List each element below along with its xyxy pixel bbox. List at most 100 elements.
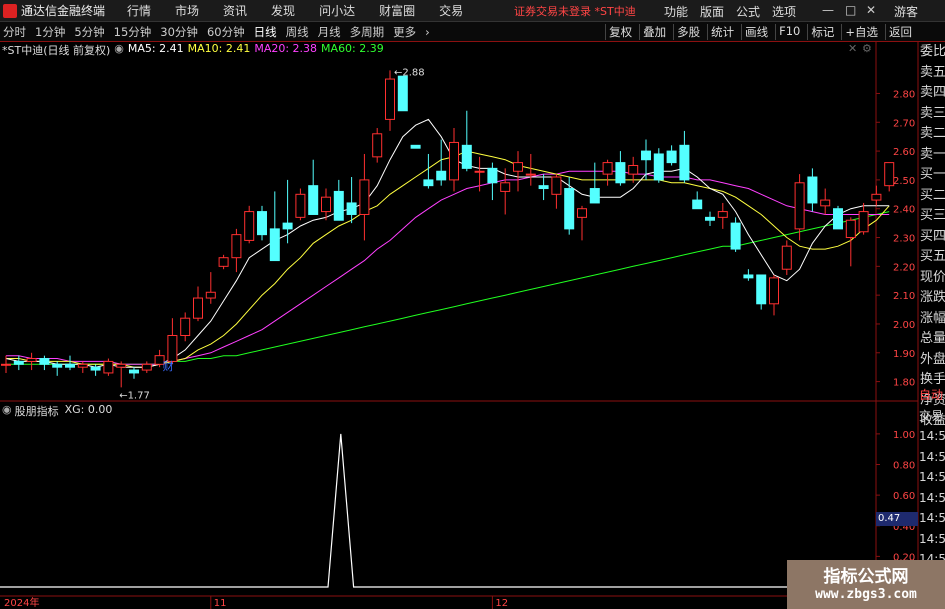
price-axis-label: 2.10: [893, 291, 915, 302]
price-axis-label: 2.50: [893, 176, 915, 187]
date-axis-label: 12: [495, 598, 508, 609]
cursor-value-label: 0.47: [876, 512, 918, 526]
price-axis-label: 2.40: [893, 205, 915, 216]
candle-body-down: [436, 170, 447, 181]
sidebar-quote-label: 买五: [920, 249, 945, 264]
candle-body-down: [410, 144, 421, 149]
candle-body-up: [116, 363, 127, 368]
sidebar-trade-item[interactable]: 交易: [919, 406, 945, 427]
candle-body-down: [333, 190, 344, 221]
candle-body-up: [628, 164, 639, 175]
candle-body-down: [807, 176, 818, 204]
sidebar-quote-label: 买二: [920, 187, 945, 203]
candle-body-up: [845, 219, 856, 239]
indicator-value: XG: 0.00: [64, 403, 113, 416]
candle-body-down: [282, 222, 293, 230]
candle-body-down: [730, 222, 741, 250]
sidebar-quote-label: 卖一: [920, 146, 945, 162]
candle-body-up: [449, 141, 459, 181]
low-price-label: ←1.77: [119, 390, 150, 401]
chart-close-icon[interactable]: ✕: [848, 42, 857, 55]
sidebar-quote-label: 卖三: [920, 105, 945, 121]
sidebar-trade-item[interactable]: 自动: [919, 385, 945, 406]
candle-body-up: [244, 211, 255, 241]
candle-body-down: [833, 208, 843, 230]
candle-body-down: [615, 162, 626, 184]
sidebar-quote-label: 买四: [920, 228, 945, 244]
price-axis-label: 2.20: [893, 262, 915, 273]
price-axis-label: 2.00: [893, 320, 915, 331]
candle-body-down: [65, 363, 75, 368]
indicator-axis-label: 1.00: [893, 430, 915, 441]
candle-body-down: [257, 211, 267, 236]
candle-body-up: [193, 297, 203, 319]
candle-body-down: [13, 360, 24, 365]
candle-body-up: [26, 358, 37, 362]
kline-chart[interactable]: 2.80 2.70 2.60 2.50 2.40 2.30 2.20 2.10 2.00 1.90…: [0, 0, 945, 609]
finance-marker: 财: [163, 359, 174, 373]
candle-body-up: [141, 363, 152, 371]
candle-body-up: [218, 257, 229, 267]
price-axis-label: 1.90: [893, 349, 915, 360]
candle-body-up: [794, 182, 805, 230]
candle-body-up: [1, 363, 11, 366]
sidebar-quote-label: 卖五: [920, 64, 945, 80]
quote-sidebar: 委比 卖五 卖四 卖三 卖二 卖一 买一 买二 买三 买四 买五 现价 涨跌 涨幅 总量 外盘 换手 净资 收益: [919, 42, 945, 432]
candle-body-down: [423, 179, 434, 187]
sidebar-quote-label: 总量: [920, 331, 945, 346]
candle-body-up: [525, 173, 536, 176]
dropdown-icon[interactable]: ◉: [2, 403, 12, 419]
sidebar-quote-label: 涨跌: [920, 290, 945, 305]
candle-body-down: [39, 358, 50, 365]
high-price-label: ←2.88: [394, 67, 425, 78]
candle-body-up: [717, 211, 728, 218]
candle-body-up: [321, 196, 331, 213]
stock-name[interactable]: *ST中迪(日线 前复权): [2, 42, 110, 57]
candle-body-down: [90, 366, 101, 371]
candle-body-up: [372, 133, 383, 158]
candle-body-up: [231, 234, 242, 259]
candle-body-up: [871, 193, 882, 201]
candle-body-down: [461, 144, 472, 169]
candle-body-down: [538, 185, 549, 190]
candle-body-up: [551, 176, 562, 195]
chart-settings-icon[interactable]: ⚙: [862, 42, 872, 55]
sidebar-trade-item: 14:54: [919, 511, 945, 525]
candle-body-down: [679, 144, 690, 181]
candle-body-down: [52, 363, 63, 368]
watermark: 指标公式网 www.zbgs3.com: [787, 560, 945, 609]
ma20-line: [6, 170, 890, 365]
candle-body-up: [103, 360, 114, 374]
date-axis-label: 2024年: [4, 596, 39, 609]
candle-body-down: [269, 228, 280, 262]
candle-body-down: [308, 185, 319, 215]
candle-body-down: [589, 188, 600, 204]
candle-body-down: [641, 150, 651, 161]
candle-body-up: [500, 182, 511, 192]
main-legend: *ST中迪(日线 前复权) ◉ MA5: 2.41 MA10: 2.41 MA2…: [2, 42, 388, 57]
candle-body-down: [653, 153, 664, 181]
sidebar-trade-item: 14:54: [919, 531, 945, 546]
candle-body-up: [769, 277, 779, 305]
sidebar-quote-label: 卖四: [920, 85, 945, 100]
candle-body-up: [385, 78, 395, 120]
sidebar-quote-label: 委比: [920, 44, 945, 59]
indicator-name[interactable]: 股朋指标: [15, 403, 59, 419]
candle-body-up: [602, 162, 613, 175]
watermark-url: www.zbgs3.com: [815, 587, 917, 602]
ma5-line: [5, 118, 890, 368]
price-axis-label: 2.60: [893, 147, 915, 158]
ma60-value: MA60: 2.39: [321, 42, 384, 55]
sidebar-trade-item: 14:54: [919, 490, 945, 505]
ma5-value: MA5: 2.41: [127, 42, 184, 55]
sidebar-quote-label: 外盘: [920, 351, 945, 367]
candle-body-up: [513, 162, 523, 172]
indicator-axis-label: 0.80: [893, 461, 915, 472]
candle-body-down: [487, 167, 498, 184]
watermark-title: 指标公式网: [823, 567, 909, 587]
candle-body-up: [474, 170, 485, 173]
dropdown-icon[interactable]: ◉: [114, 42, 124, 56]
price-axis-label: 2.80: [893, 89, 915, 100]
candle-body-up: [295, 193, 306, 218]
sidebar-trade-item: 14:54: [919, 470, 945, 484]
